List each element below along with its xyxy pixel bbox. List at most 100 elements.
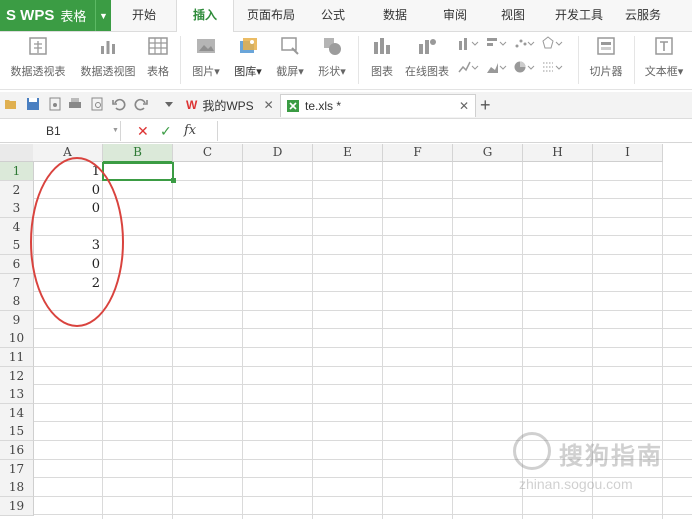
row-header-14[interactable]: 14 bbox=[0, 403, 34, 423]
grid-line bbox=[34, 272, 692, 274]
bar-chart-icon[interactable] bbox=[486, 36, 508, 50]
column-header-i[interactable]: I bbox=[593, 144, 663, 162]
chart-button[interactable]: 图表 bbox=[364, 32, 400, 79]
scatter-chart-icon[interactable] bbox=[514, 36, 536, 50]
ribbon-divider bbox=[634, 36, 635, 84]
column-chart-icon[interactable] bbox=[458, 36, 480, 50]
tab-insert[interactable]: 插入 bbox=[176, 0, 234, 32]
grid-line bbox=[34, 216, 692, 218]
sogou-watermark: 搜狗指南 zhinan.sogou.com bbox=[509, 430, 674, 500]
radar-chart-icon[interactable] bbox=[542, 36, 564, 50]
row-header-8[interactable]: 8 bbox=[0, 292, 34, 312]
undo-icon[interactable] bbox=[112, 97, 126, 111]
fill-handle[interactable] bbox=[171, 178, 176, 183]
tab-my-wps-label: 我的WPS bbox=[202, 98, 254, 113]
row-header-11[interactable]: 11 bbox=[0, 348, 34, 367]
tab-cloud-service[interactable]: 云服务 bbox=[618, 0, 668, 31]
name-box-dropdown-icon[interactable]: ▼ bbox=[112, 127, 119, 134]
save-icon[interactable] bbox=[26, 97, 40, 111]
row-header-13[interactable]: 13 bbox=[0, 385, 34, 405]
pie-chart-icon[interactable] bbox=[514, 60, 536, 74]
close-tab-icon[interactable]: ✕ bbox=[264, 98, 274, 112]
tab-formulas[interactable]: 公式 bbox=[310, 0, 356, 31]
tab-te-xls[interactable]: te.xls * ✕ bbox=[280, 94, 476, 117]
open-folder-icon[interactable] bbox=[4, 97, 18, 111]
redo-icon[interactable] bbox=[134, 97, 148, 111]
slicer-icon bbox=[597, 37, 615, 55]
row-header-9[interactable]: 9 bbox=[0, 310, 34, 330]
insert-function-icon[interactable]: fx bbox=[184, 122, 196, 140]
row-header-2[interactable]: 2 bbox=[0, 180, 34, 200]
column-header-b[interactable]: B bbox=[103, 144, 173, 163]
tab-developer[interactable]: 开发工具 bbox=[548, 0, 610, 31]
tab-te-xls-label: te.xls * bbox=[305, 99, 342, 113]
screenshot-button[interactable]: 截屏▾ bbox=[270, 32, 310, 79]
tab-data[interactable]: 数据 bbox=[372, 0, 418, 31]
toolbar-dropdown-icon[interactable] bbox=[162, 97, 176, 111]
row-header-18[interactable]: 18 bbox=[0, 478, 34, 498]
tab-review[interactable]: 审阅 bbox=[432, 0, 478, 31]
grid-line bbox=[34, 254, 692, 255]
watermark-text: 搜狗指南 bbox=[559, 443, 663, 470]
wps-app-button[interactable]: S WPS 表格 bbox=[0, 0, 95, 31]
watermark-url: zhinan.sogou.com bbox=[519, 476, 633, 492]
selected-cell-b1[interactable] bbox=[102, 162, 174, 181]
pivot-chart-button[interactable]: 数据透视图 bbox=[76, 32, 140, 79]
picture-button[interactable]: 图片▾ bbox=[186, 32, 226, 79]
column-header-h[interactable]: H bbox=[523, 144, 593, 162]
wps-logo: S WPS bbox=[6, 7, 55, 24]
area-chart-icon[interactable] bbox=[486, 60, 508, 74]
confirm-formula-icon[interactable]: ✓ bbox=[160, 122, 172, 140]
row-header-6[interactable]: 6 bbox=[0, 255, 34, 274]
app-menu-dropdown-icon[interactable]: ▼ bbox=[95, 0, 111, 31]
row-header-17[interactable]: 17 bbox=[0, 459, 34, 479]
wps-w-icon: W bbox=[186, 98, 198, 112]
pivot-chart-label: 数据透视图 bbox=[80, 66, 136, 78]
shapes-button[interactable]: 形状▾ bbox=[312, 32, 352, 79]
row-header-12[interactable]: 12 bbox=[0, 366, 34, 386]
tab-home[interactable]: 开始 bbox=[118, 0, 170, 31]
formula-input[interactable] bbox=[217, 121, 692, 141]
other-charts-icon[interactable] bbox=[542, 60, 564, 74]
column-header-f[interactable]: F bbox=[383, 144, 453, 162]
column-header-d[interactable]: D bbox=[243, 144, 313, 162]
name-box[interactable]: B1 bbox=[0, 121, 121, 141]
textbox-button[interactable]: 文本框▾ bbox=[640, 32, 688, 79]
screenshot-label: 截屏▾ bbox=[276, 66, 304, 78]
print-preview-icon[interactable] bbox=[90, 97, 104, 111]
cancel-formula-icon[interactable]: ✕ bbox=[137, 122, 149, 140]
line-chart-icon[interactable] bbox=[458, 60, 480, 74]
row-header-16[interactable]: 16 bbox=[0, 441, 34, 460]
slicer-button[interactable]: 切片器 bbox=[584, 32, 628, 79]
row-header-1[interactable]: 1 bbox=[0, 162, 34, 181]
column-header-c[interactable]: C bbox=[173, 144, 243, 162]
grid-line bbox=[312, 162, 313, 519]
insert-ribbon: 数据透视表 数据透视图 表格 图片▾ 图库▾ 截屏▾ 形状▾ 图表 在线图表 切… bbox=[0, 32, 692, 90]
screenshot-icon bbox=[281, 37, 299, 55]
pivot-table-button[interactable]: 数据透视表 bbox=[6, 32, 70, 79]
gallery-button[interactable]: 图库▾ bbox=[228, 32, 268, 79]
row-header-4[interactable]: 4 bbox=[0, 217, 34, 237]
tab-view[interactable]: 视图 bbox=[490, 0, 536, 31]
new-tab-plus-icon[interactable]: + bbox=[480, 94, 496, 116]
picture-label: 图片▾ bbox=[192, 66, 220, 78]
export-pdf-icon[interactable] bbox=[48, 97, 62, 111]
row-header-3[interactable]: 3 bbox=[0, 199, 34, 219]
column-header-g[interactable]: G bbox=[453, 144, 523, 162]
row-header-10[interactable]: 10 bbox=[0, 329, 34, 349]
select-all-corner[interactable] bbox=[0, 144, 34, 162]
row-header-19[interactable]: 19 bbox=[0, 496, 34, 516]
tab-page-layout[interactable]: 页面布局 bbox=[240, 0, 302, 31]
online-chart-icon bbox=[419, 39, 436, 54]
table-button[interactable]: 表格 bbox=[142, 32, 174, 79]
row-header-7[interactable]: 7 bbox=[0, 273, 34, 293]
textbox-icon bbox=[655, 37, 673, 55]
print-icon[interactable] bbox=[68, 97, 82, 111]
close-tab-icon[interactable]: ✕ bbox=[459, 99, 469, 113]
row-header-5[interactable]: 5 bbox=[0, 236, 34, 256]
column-header-e[interactable]: E bbox=[313, 144, 383, 162]
online-chart-button[interactable]: 在线图表 bbox=[402, 32, 452, 79]
tab-my-wps[interactable]: W 我的WPS ✕ bbox=[184, 94, 278, 116]
row-header-15[interactable]: 15 bbox=[0, 422, 34, 442]
gallery-icon bbox=[240, 38, 257, 53]
